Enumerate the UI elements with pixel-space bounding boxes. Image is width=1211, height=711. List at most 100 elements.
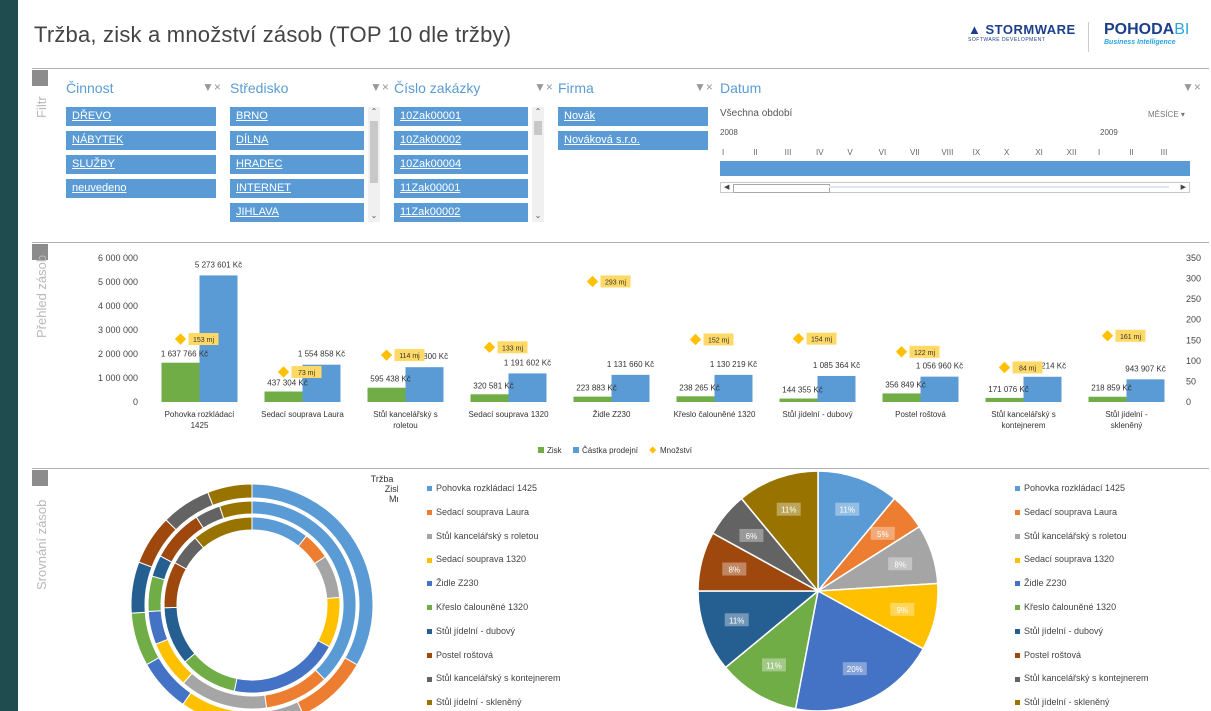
bar-zisk [573,396,612,402]
legend-swatch [1015,509,1020,515]
clear-filter-icon[interactable]: ▼× [370,80,389,94]
slicer-item[interactable]: INTERNET [230,179,364,198]
legend-swatch [427,700,432,706]
pie-data-label: 11% [766,661,781,670]
x-category-label: Sedací souprava Laura [261,410,344,419]
timeline-month-label[interactable]: V [847,148,852,157]
timeline-month-label[interactable]: XI [1035,148,1043,157]
mnozstvi-data-label: 114 mj [399,353,420,360]
legend-label: Pohovka rozkládací 1425 [1024,483,1126,493]
clear-filter-icon[interactable]: ▼× [694,80,713,94]
timeline-month-label[interactable]: IX [973,148,981,157]
bar-castka [508,373,547,402]
slicer-scrollbar[interactable]: ⌃ ⌄ [532,107,544,222]
mnozstvi-marker [483,341,496,353]
scroll-down-icon[interactable]: ⌄ [532,211,544,220]
castka-data-label: 1 131 660 Kč [607,360,654,369]
slicer-item[interactable]: DŘEVO [66,107,216,126]
slicer-item[interactable]: NÁBYTEK [66,131,216,150]
scroll-left-icon[interactable]: ◀ [724,183,729,191]
timeline-year: 2009 [1100,128,1118,137]
zisk-data-label: 437 304 Kč [267,379,307,388]
timeline-month-label[interactable]: X [1004,148,1009,157]
slicer-item[interactable]: 10Zak00002 [394,131,528,150]
legend-swatch [649,446,657,454]
x-category-label: Pohovka rozkládací 1425 [165,410,236,430]
scroll-up-icon[interactable]: ⌃ [532,107,544,116]
timeline-month-label[interactable]: III [785,148,792,157]
slicer-scrollbar[interactable]: ⌃ ⌄ [368,107,380,222]
zisk-data-label: 223 883 Kč [576,384,616,393]
slicer-item[interactable]: HRADEC [230,155,364,174]
timeline-month-label[interactable]: XII [1067,148,1077,157]
slicer-item[interactable]: JIHLAVA [230,203,364,222]
legend-item: Postel roštová [1015,650,1081,660]
slicer-item[interactable]: neuvedeno [66,179,216,198]
legend-label: Stůl kancelářský s roletou [436,530,539,541]
scroll-up-icon[interactable]: ⌃ [368,107,380,116]
y2-tick-label: 300 [1186,274,1201,284]
timeline-scrollbar[interactable]: ◀ ▶ [720,182,1190,193]
slicer-item[interactable]: 11Zak00002 [394,203,528,222]
slicer-item[interactable]: 10Zak00001 [394,107,528,126]
legend-item: Židle Z230 [1015,578,1067,588]
timeline-month-label[interactable]: VIII [941,148,953,157]
filter-divider [32,68,1209,69]
legend-item: Postel roštová [427,650,493,660]
timeline-range-text: Všechna období [720,108,793,119]
legend-swatch [1015,676,1020,682]
slicer-cinnost: Činnost ▼× DŘEVO NÁBYTEK SLUŽBY neuveden… [66,80,221,203]
timeline-month-label[interactable]: VI [879,148,887,157]
pie-data-label: 6% [746,532,758,541]
legend-label: Křeslo čalouněné 1320 [1024,602,1117,612]
legend-item: Stůl jídelní - dubový [427,626,515,636]
zisk-data-label: 320 581 Kč [473,381,513,390]
bar-zisk [676,396,715,402]
scroll-thumb[interactable] [370,121,378,183]
legend-item: Stůl jídelní - dubový [1015,626,1103,636]
legend-item: Židle Z230 [427,578,479,588]
scroll-thumb[interactable] [733,184,830,193]
timeline-month-label[interactable]: VII [910,148,920,157]
mnozstvi-data-label: 293 mj [605,279,626,286]
legend-item: Stůl jídelní - skleněný [1015,697,1110,707]
timeline-month-label[interactable]: I [722,148,724,157]
timeline-month-label[interactable]: II [1129,148,1133,157]
slicer-item[interactable]: Novák [558,107,708,126]
scroll-down-icon[interactable]: ⌄ [368,211,380,220]
timeline-level-dropdown[interactable]: MĚSÍCE ▾ [1148,110,1185,119]
slicer-item[interactable]: SLUŽBY [66,155,216,174]
legend-label: Sedací souprava Laura [1024,506,1118,517]
compare-divider [32,468,1209,469]
ring-label: Tržba [371,474,394,484]
slicer-item[interactable]: 11Zak00001 [394,179,528,198]
scroll-right-icon[interactable]: ▶ [1181,183,1186,191]
timeline-month-label[interactable]: IV [816,148,824,157]
timeline-month-label[interactable]: II [753,148,757,157]
clear-filter-icon[interactable]: ▼× [202,80,221,94]
dashboard-sheet: Tržba, zisk a množství zásob (TOP 10 dle… [18,0,1211,711]
x-category-label: Stůl jídelní -skleněný [1105,410,1148,430]
y2-tick-label: 50 [1186,376,1196,386]
pie-data-label: 9% [897,606,909,615]
slicer-item[interactable]: 10Zak00004 [394,155,528,174]
timeline-month-label[interactable]: I [1098,148,1100,157]
pie-data-label: 11% [840,506,855,515]
scroll-thumb[interactable] [534,121,542,135]
timeline-selection-bar[interactable] [720,161,1190,176]
clear-filter-icon[interactable]: ▼× [534,80,553,94]
pie-data-label: 8% [729,566,741,575]
legend-swatch [427,652,432,658]
slicer-item[interactable]: Nováková s.r.o. [558,131,708,150]
slicer-item[interactable]: DÍLNA [230,131,364,150]
page-title: Tržba, zisk a množství zásob (TOP 10 dle… [34,22,512,47]
legend-label: Sedací souprava Laura [436,506,530,517]
zisk-data-label: 595 438 Kč [370,375,410,384]
slicer-item[interactable]: BRNO [230,107,364,126]
mnozstvi-data-label: 161 mj [1120,334,1141,341]
clear-filter-icon[interactable]: ▼× [1182,80,1201,94]
timeline-month-label[interactable]: III [1161,148,1168,157]
y-tick-label: 2 000 000 [98,349,138,359]
castka-data-label: 1 130 219 Kč [710,360,757,369]
slicer-firma: Firma ▼× Novák Nováková s.r.o. [558,80,713,155]
